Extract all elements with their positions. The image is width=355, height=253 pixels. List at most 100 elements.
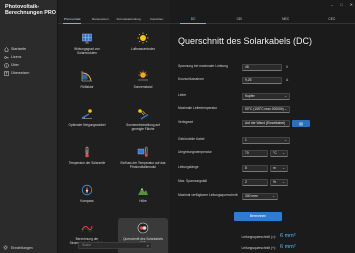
cable-length-unit-select[interactable]: m ⌄ (270, 165, 288, 172)
field-label: Maximal verfügbarer Leitungsquerschnitt (178, 193, 238, 197)
tab-dc[interactable]: DC (170, 14, 216, 24)
nav-item-license[interactable]: Lizenz (3, 53, 55, 61)
field-label: Max. Spannungsfall (178, 179, 207, 183)
voltage-drop-unit-select[interactable]: % ⌄ (270, 179, 288, 186)
tile-compass[interactable]: Kompass (62, 180, 112, 218)
tab-nec[interactable]: NEC (263, 14, 309, 23)
ambient-temperature-unit-select[interactable]: °C ⌄ (270, 150, 288, 157)
chevron-down-icon: ⌄ (282, 151, 285, 155)
thermometer-icon (81, 145, 93, 158)
picker-icon: ▤ (299, 121, 303, 126)
cable-length-input[interactable]: 8 (242, 165, 268, 172)
compass-icon (81, 183, 93, 196)
unit-value: °C (273, 151, 277, 155)
field-max-conductor-temp: Maximale Leitertemperatur 90°C (105°C ma… (178, 106, 354, 114)
tile-temperature-effect[interactable]: Einfluss der Temperatur auf das Photovol… (118, 142, 168, 180)
tab-cec[interactable]: CEC (309, 14, 355, 23)
tile-label: Höhe (139, 199, 147, 203)
search-icon[interactable]: ⌕ (147, 243, 149, 248)
tile-label: Sonneneinstrahlung auf geneigte Fläche (126, 123, 160, 131)
temperature-value: 90°C (105°C max 20000h) (245, 107, 284, 111)
tile-label: Wirkungsgrad von Solarmodulen (74, 47, 100, 55)
calculate-button[interactable]: Berechnen (234, 212, 282, 221)
field-label: Verlegeart (178, 120, 194, 124)
nav-item-label: Startseite (11, 47, 27, 51)
field-label: Umgebungstemperatur (178, 150, 212, 154)
app-title: Photovoltaik-Berechnungen PRO (5, 4, 56, 17)
installation-input[interactable]: Auf der Wand (Einzelkabel) (242, 120, 290, 127)
home-icon (3, 46, 9, 52)
field-voltage: Spannung bei maximaler Leistung 48 V (178, 64, 354, 72)
voltage-drop-input[interactable]: 2 (242, 179, 268, 186)
result-label: Leitungsquerschnitt (+): (241, 246, 276, 250)
tile-label: Sonnenstand (133, 85, 153, 89)
tile-fill-factor[interactable]: Füllfaktor (62, 66, 112, 104)
ambient-temperature-input[interactable]: 70 (242, 150, 268, 157)
close-icon[interactable]: ✕ (350, 2, 353, 7)
field-installation: Verlegeart Auf der Wand (Einzelkabel) ▤ (178, 120, 354, 128)
height-icon (137, 183, 149, 195)
field-cable-length: Leitungslänge 8 m ⌄ (178, 165, 354, 173)
tile-sun-position[interactable]: Sonnenstand (118, 66, 168, 104)
nav-item-translate[interactable]: Übersetzen (3, 69, 55, 77)
field-label: Spannung bei maximaler Leistung (178, 64, 228, 68)
bundled-cables-select[interactable]: 1 ⌄ (242, 137, 290, 144)
chevron-down-icon: ⌄ (282, 180, 285, 184)
voltage-input[interactable]: 48 (242, 64, 282, 71)
tile-tilted-irradiation[interactable]: Sonneneinstrahlung auf geneigte Fläche (118, 104, 168, 142)
sun-position-icon (137, 69, 149, 81)
app-window: Photovoltaik-Berechnungen PRO Startseite… (0, 0, 355, 253)
tile-optimal-tilt[interactable]: Optimaler Neigungswinkel (62, 104, 112, 142)
current-input[interactable]: 9,25 (242, 77, 282, 84)
search-input[interactable]: Suche ⌕ (78, 242, 152, 249)
field-max-voltage-drop: Max. Spannungsfall 2 % ⌄ (178, 179, 354, 187)
chevron-down-icon: ⌄ (284, 107, 287, 111)
unit-label: A (286, 78, 289, 82)
unit-label: V (286, 65, 289, 69)
temperature-effect-icon (137, 145, 149, 157)
nav-item-about[interactable]: Über (3, 61, 55, 69)
key-icon (3, 55, 9, 60)
tab-photovoltaik[interactable]: Photovoltaik (58, 14, 86, 24)
nav-item-home[interactable]: Startseite (3, 45, 55, 53)
nav-item-label: Übersetzen (11, 71, 30, 75)
tilt-angle-icon (81, 107, 93, 119)
minimize-icon[interactable]: – (331, 2, 333, 7)
maximize-icon[interactable]: □ (340, 2, 342, 7)
chevron-down-icon: ⌄ (284, 94, 287, 98)
result-label: Leitungsquerschnitt (=): (241, 235, 276, 239)
settings-label: Einstellungen (11, 245, 33, 250)
tab-ressourcen[interactable]: Ressourcen (86, 14, 114, 23)
temperature-select[interactable]: 90°C (105°C max 20000h) ⌄ (242, 106, 290, 113)
max-cross-section-select[interactable]: 300 mm² ⌄ (242, 193, 278, 200)
tab-favoriten[interactable]: Favoriten (143, 14, 171, 23)
category-tabs: Photovoltaik Ressourcen Formelsammlung F… (58, 14, 171, 24)
field-label: Kurzschlussstrom (178, 77, 205, 81)
unit-value: % (273, 180, 276, 184)
tile-cell-temperature[interactable]: Temperatur der Solarzelle (62, 142, 112, 180)
translate-icon (3, 70, 9, 76)
tab-formelsammlung[interactable]: Formelsammlung (115, 14, 143, 23)
field-label: Leitungslänge (178, 165, 199, 169)
conductor-value: Kupfer (245, 94, 255, 98)
result-value: 6 mm² (280, 233, 296, 239)
chevron-down-icon: ⌄ (282, 166, 285, 170)
conductor-select[interactable]: Kupfer ⌄ (242, 93, 290, 100)
page-title: Querschnitt des Solarkabels (DC) (178, 36, 313, 46)
tile-label: Optimaler Neigungswinkel (68, 123, 106, 127)
navigation-pane: Photovoltaik-Berechnungen PRO Startseite… (0, 0, 57, 253)
installation-picker-button[interactable]: ▤ (292, 120, 310, 127)
tile-height[interactable]: Höhe (118, 180, 168, 218)
tile-module-efficiency[interactable]: Wirkungsgrad von Solarmodulen (62, 28, 112, 66)
tile-air-mass[interactable]: Luftmassenindex (118, 28, 168, 66)
field-max-cross-section: Maximal verfügbarer Leitungsquerschnitt … (178, 193, 354, 201)
window-controls: – □ ✕ (331, 2, 353, 7)
tile-label: Luftmassenindex (130, 47, 156, 51)
field-label: Leiter (178, 93, 187, 97)
settings-button[interactable]: Einstellungen (3, 245, 33, 250)
nav-item-label: Über (11, 63, 19, 67)
bundled-cables-value: 1 (245, 138, 247, 142)
tab-cei[interactable]: CEI (216, 14, 262, 23)
result-row: Leitungsquerschnitt (+): 6 mm² (178, 244, 354, 253)
irradiation-icon (137, 107, 149, 120)
